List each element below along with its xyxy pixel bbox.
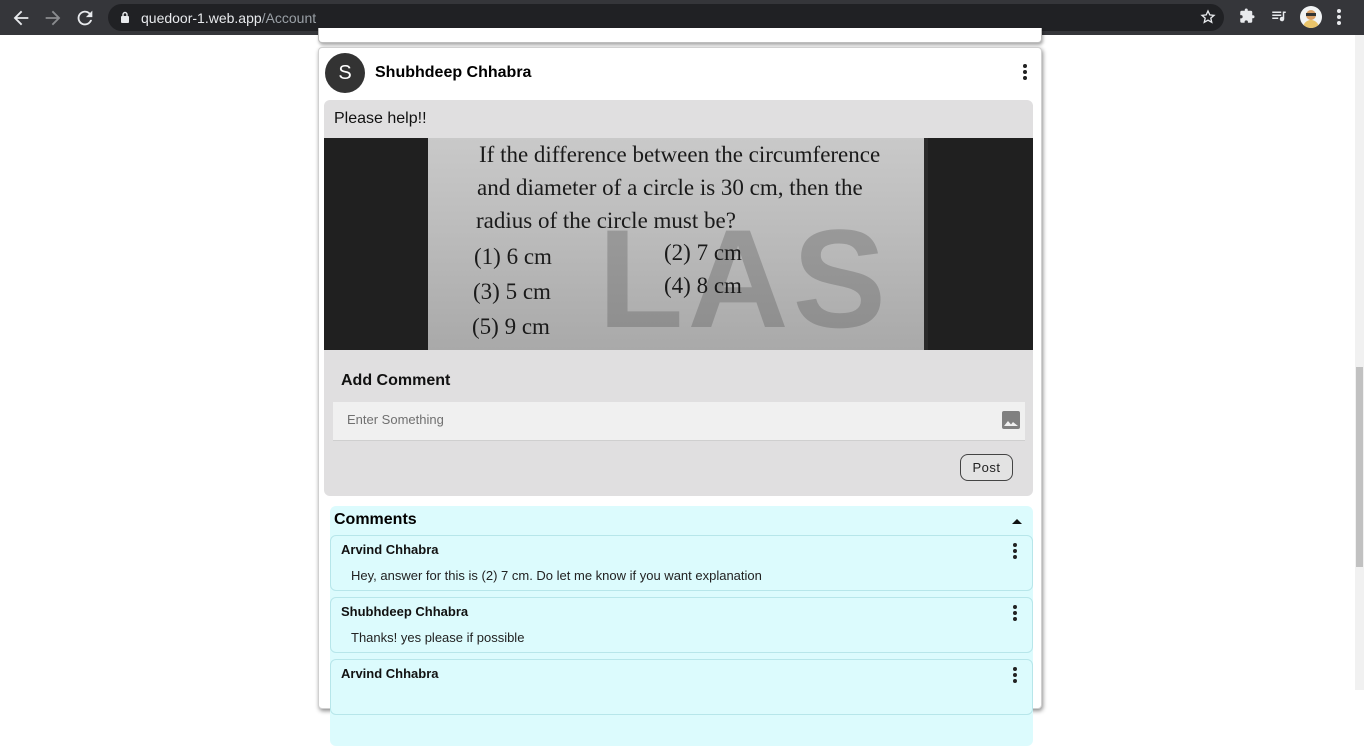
comment-more-options-icon[interactable] xyxy=(1012,666,1018,684)
photo-option-line: (1) 6 cm xyxy=(474,244,552,269)
comment-item: Arvind Chhabra xyxy=(330,659,1033,715)
collapse-caret-up-icon[interactable] xyxy=(1011,518,1023,525)
comment-text: Hey, answer for this is (2) 7 cm. Do let… xyxy=(351,568,762,583)
forward-arrow-icon[interactable] xyxy=(42,7,64,29)
question-photo: LAS If the difference between the circum… xyxy=(428,138,928,350)
comment-author[interactable]: Arvind Chhabra xyxy=(341,666,439,681)
address-bar[interactable]: quedoor-1.web.app/Account xyxy=(108,4,1224,31)
url-path: /Account xyxy=(261,10,317,26)
post-author-name[interactable]: Shubhdeep Chhabra xyxy=(375,64,531,82)
extensions-puzzle-icon[interactable] xyxy=(1238,7,1256,25)
url-host: quedoor-1.web.app xyxy=(141,10,262,26)
photo-option-line: (5) 9 cm xyxy=(472,314,550,339)
comment-more-options-icon[interactable] xyxy=(1012,542,1018,560)
photo-option-line: (2) 7 cm xyxy=(664,240,742,265)
reload-icon[interactable] xyxy=(74,7,96,29)
lock-icon xyxy=(121,11,129,23)
comment-author[interactable]: Shubhdeep Chhabra xyxy=(341,604,468,619)
comment-item: Shubhdeep Chhabra Thanks! yes please if … xyxy=(330,597,1033,653)
post-comment-button[interactable]: Post xyxy=(960,454,1013,481)
author-avatar[interactable]: S xyxy=(325,53,365,93)
photo-text-line: and diameter of a circle is 30 cm, then … xyxy=(477,175,863,200)
post-content: Please help!! LAS If the difference betw… xyxy=(324,100,1033,496)
back-arrow-icon[interactable] xyxy=(10,7,32,29)
photo-page-edge xyxy=(924,138,928,350)
post-text: Please help!! xyxy=(334,110,427,127)
comment-more-options-icon[interactable] xyxy=(1012,604,1018,622)
post-image[interactable]: LAS If the difference between the circum… xyxy=(324,138,1033,350)
comment-input-field[interactable] xyxy=(333,402,1025,441)
photo-option-line: (4) 8 cm xyxy=(664,273,742,298)
url-text: quedoor-1.web.app/Account xyxy=(141,10,316,26)
comments-heading: Comments xyxy=(334,511,417,528)
page-scrollbar[interactable] xyxy=(1355,35,1364,690)
post-more-options-icon[interactable] xyxy=(1022,63,1028,81)
comment-input[interactable] xyxy=(345,411,989,428)
comment-item: Arvind Chhabra Hey, answer for this is (… xyxy=(330,535,1033,591)
post-card: S Shubhdeep Chhabra Please help!! LAS If… xyxy=(318,47,1042,746)
previous-post-card xyxy=(318,28,1042,43)
scrollbar-thumb[interactable] xyxy=(1356,367,1363,567)
browser-menu-icon[interactable] xyxy=(1336,8,1342,26)
attach-image-icon[interactable] xyxy=(1002,411,1020,429)
photo-text-line: radius of the circle must be? xyxy=(476,208,736,233)
media-queue-icon[interactable] xyxy=(1270,7,1288,25)
comment-author[interactable]: Arvind Chhabra xyxy=(341,542,439,557)
comments-panel: Comments Arvind Chhabra Hey, answer for … xyxy=(330,506,1033,746)
photo-option-line: (3) 5 cm xyxy=(473,279,551,304)
comment-text: Thanks! yes please if possible xyxy=(351,630,525,645)
profile-avatar-icon[interactable] xyxy=(1300,6,1322,28)
add-comment-heading: Add Comment xyxy=(341,372,451,389)
photo-text-line: If the difference between the circumfere… xyxy=(479,142,881,167)
bookmark-star-icon[interactable] xyxy=(1200,9,1216,25)
